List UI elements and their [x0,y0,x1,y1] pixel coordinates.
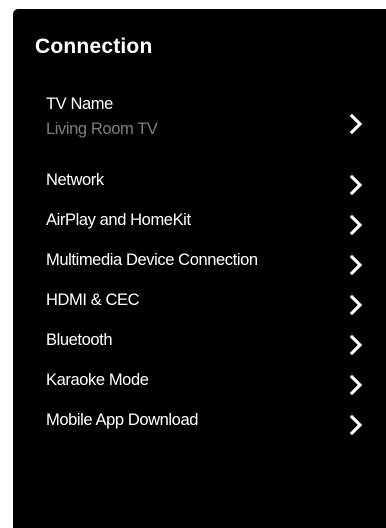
chevron-right-icon [349,255,363,275]
chevron-right-icon [349,114,363,134]
menu-item-multimedia-device-connection[interactable]: Multimedia Device Connection [13,249,386,283]
menu-item-label: HDMI & CEC [46,291,140,309]
menu-item-label: Bluetooth [46,331,113,349]
menu-item-karaoke-mode[interactable]: Karaoke Mode [13,369,386,403]
connection-settings-panel: Connection TV Name Living Room TV Networ… [13,9,386,528]
menu-item-hdmi-cec[interactable]: HDMI & CEC [13,289,386,323]
chevron-right-icon [349,415,363,435]
chevron-right-icon [349,295,363,315]
menu-item-label: TV Name [46,95,113,113]
chevron-right-icon [349,175,363,195]
chevron-right-icon [349,215,363,235]
menu-item-label: Multimedia Device Connection [46,251,258,269]
chevron-right-icon [349,375,363,395]
menu-item-label: Karaoke Mode [46,371,149,389]
menu-item-label: Network [46,171,104,189]
menu-item-network[interactable]: Network [13,169,386,203]
menu-item-sublabel: Living Room TV [46,120,158,138]
chevron-right-icon [349,335,363,355]
menu-item-tv-name[interactable]: TV Name Living Room TV [13,95,386,155]
page-title: Connection [35,35,153,58]
menu-item-label: AirPlay and HomeKit [46,211,191,229]
menu-item-mobile-app-download[interactable]: Mobile App Download [13,409,386,443]
menu-item-bluetooth[interactable]: Bluetooth [13,329,386,363]
menu-item-label: Mobile App Download [46,411,199,429]
menu-item-airplay-homekit[interactable]: AirPlay and HomeKit [13,209,386,243]
